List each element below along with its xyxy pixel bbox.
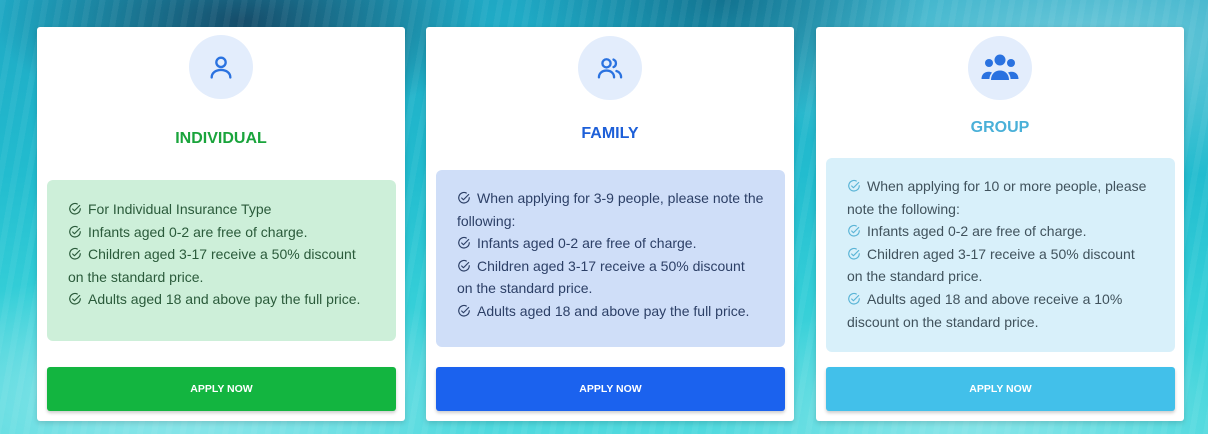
apply-now-button-family[interactable]: APPLY NOW xyxy=(436,367,785,411)
check-circle-icon xyxy=(848,179,860,192)
check-circle-icon xyxy=(848,292,860,305)
plan-title: FAMILY xyxy=(581,125,639,142)
list-item: Infants aged 0-2 are free of charge. xyxy=(847,220,1154,243)
check-circle-icon xyxy=(69,293,81,305)
list-item: For Individual Insurance Type xyxy=(68,198,375,221)
plan-card-group: GROUP When applying for 10 or more peopl… xyxy=(816,27,1184,421)
list-item: When applying for 3-9 people, please not… xyxy=(457,190,764,229)
list-item: Adults aged 18 and above receive a 10% d… xyxy=(847,290,1123,330)
list-item: Adults aged 18 and above pay the full pr… xyxy=(68,288,375,311)
check-circle-icon xyxy=(458,237,470,249)
plan-details: When applying for 10 or more people, ple… xyxy=(826,158,1175,352)
group-icon xyxy=(968,36,1032,100)
check-circle-icon xyxy=(69,248,81,260)
check-circle-icon xyxy=(458,191,470,204)
check-circle-icon xyxy=(69,225,81,238)
plan-card-family: FAMILY When applying for 3-9 people, ple… xyxy=(426,27,794,421)
check-circle-icon xyxy=(848,247,860,260)
list-item: Children aged 3-17 receive a 50% discoun… xyxy=(457,257,745,297)
list-item: Infants aged 0-2 are free of charge. xyxy=(457,232,764,255)
check-circle-icon xyxy=(69,202,81,215)
list-item: Adults aged 18 and above pay the full pr… xyxy=(457,300,764,323)
check-circle-icon xyxy=(458,259,470,272)
list-item: When applying for 10 or more people, ple… xyxy=(847,178,1147,217)
users-icon xyxy=(578,36,642,100)
plan-details: For Individual Insurance Type Infants ag… xyxy=(47,180,396,341)
list-item: Infants aged 0-2 are free of charge. xyxy=(68,221,375,244)
check-circle-icon xyxy=(458,304,470,317)
plan-title: INDIVIDUAL xyxy=(175,130,267,147)
apply-now-button-individual[interactable]: APPLY NOW xyxy=(47,367,396,411)
check-circle-icon xyxy=(848,225,860,237)
plan-details: When applying for 3-9 people, please not… xyxy=(436,170,785,347)
list-item: Children aged 3-17 receive a 50% discoun… xyxy=(68,246,356,285)
apply-now-button-group[interactable]: APPLY NOW xyxy=(826,367,1175,411)
plan-title: GROUP xyxy=(970,119,1030,136)
user-icon xyxy=(189,35,253,99)
list-item: Children aged 3-17 receive a 50% discoun… xyxy=(847,245,1135,285)
plan-card-individual: INDIVIDUAL For Individual Insurance Type… xyxy=(37,27,405,421)
